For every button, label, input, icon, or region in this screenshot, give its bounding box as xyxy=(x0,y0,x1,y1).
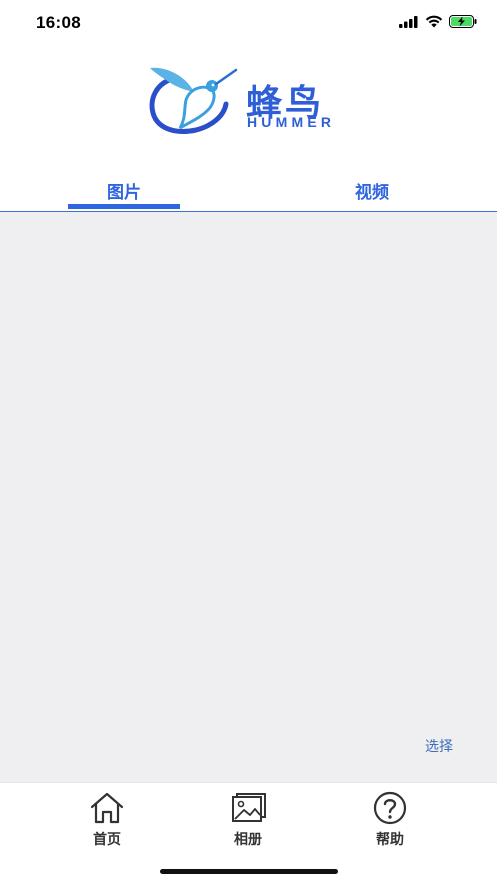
tab-videos[interactable]: 视频 xyxy=(292,178,452,203)
tabbar-label-help: 帮助 xyxy=(376,832,404,848)
battery-charging-icon xyxy=(449,15,477,28)
tabbar-label-album: 相册 xyxy=(234,832,262,848)
hummingbird-logo-icon xyxy=(149,67,238,134)
active-tab-indicator xyxy=(68,204,180,209)
tabbar-item-album[interactable]: 相册 xyxy=(208,791,288,849)
home-indicator xyxy=(160,869,338,874)
brand-logo: 蜂鸟 HUMMER xyxy=(146,64,356,136)
status-icons xyxy=(399,15,477,28)
media-tabs: 图片 视频 xyxy=(0,170,497,212)
bottom-tab-bar: 首页 相册 帮助 xyxy=(0,782,497,883)
home-icon xyxy=(90,792,124,824)
tabbar-label-home: 首页 xyxy=(93,832,121,848)
media-grid-area: 选择 xyxy=(0,212,497,782)
brand-name-en: HUMMER xyxy=(247,114,336,130)
tabbar-item-help[interactable]: 帮助 xyxy=(350,791,430,849)
status-bar: 16:08 xyxy=(0,0,497,48)
wifi-icon xyxy=(425,15,443,28)
cellular-signal-icon xyxy=(399,15,418,28)
select-button[interactable]: 选择 xyxy=(425,736,453,756)
tab-images[interactable]: 图片 xyxy=(44,178,204,203)
help-icon xyxy=(373,791,407,825)
status-time: 16:08 xyxy=(36,13,81,32)
tabbar-item-home[interactable]: 首页 xyxy=(67,791,147,849)
album-icon xyxy=(232,793,266,822)
